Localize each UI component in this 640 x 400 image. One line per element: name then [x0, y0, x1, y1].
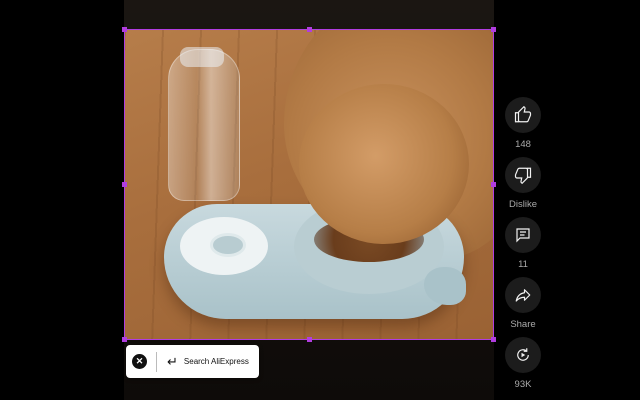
selection-handle-top-right[interactable]: [491, 27, 496, 32]
selection-handle-top[interactable]: [307, 27, 312, 32]
selection-handle-bottom[interactable]: [307, 337, 312, 342]
remix-icon: [517, 348, 529, 361]
comments-button[interactable]: [505, 217, 541, 253]
dog-head: [299, 84, 469, 244]
dislike-button[interactable]: [505, 157, 541, 193]
comments-count: 11: [518, 259, 528, 270]
remix-button[interactable]: [505, 337, 541, 373]
enter-arrow-icon: ↵: [167, 354, 178, 369]
selection-handle-bottom-right[interactable]: [491, 337, 496, 342]
share-icon: [515, 289, 531, 302]
like-count: 148: [515, 139, 531, 150]
video-stage: 148 Dislike 11 Share 93K ✕ ↵ Search AliE…: [0, 0, 640, 400]
share-button[interactable]: [505, 277, 541, 313]
remix-count: 93K: [514, 379, 532, 390]
video-frame[interactable]: [124, 29, 494, 340]
feeder-ear-decoration: [424, 267, 466, 305]
water-dish-opening: [210, 233, 246, 257]
selection-handle-bottom-left[interactable]: [122, 337, 127, 342]
dislike-label: Dislike: [509, 199, 537, 210]
remix-action[interactable]: 93K: [500, 337, 546, 390]
thumbs-up-icon: [514, 106, 532, 123]
selection-handle-left[interactable]: [122, 182, 127, 187]
close-icon[interactable]: ✕: [132, 354, 147, 369]
comment-icon: [516, 228, 530, 243]
water-bottle: [168, 49, 240, 201]
thumbs-down-icon: [514, 167, 532, 184]
search-aliexpress-label[interactable]: Search AliExpress: [184, 357, 249, 366]
dislike-action[interactable]: Dislike: [500, 157, 546, 210]
share-action[interactable]: Share: [500, 277, 546, 330]
share-label: Share: [510, 319, 536, 330]
popup-divider: [156, 351, 157, 372]
like-action[interactable]: 148: [500, 97, 546, 150]
selection-handle-right[interactable]: [491, 182, 496, 187]
comments-action[interactable]: 11: [500, 217, 546, 270]
water-bottle-cap: [180, 47, 224, 67]
like-button[interactable]: [505, 97, 541, 133]
selection-handle-top-left[interactable]: [122, 27, 127, 32]
search-aliexpress-popup[interactable]: ✕ ↵ Search AliExpress: [126, 345, 259, 378]
